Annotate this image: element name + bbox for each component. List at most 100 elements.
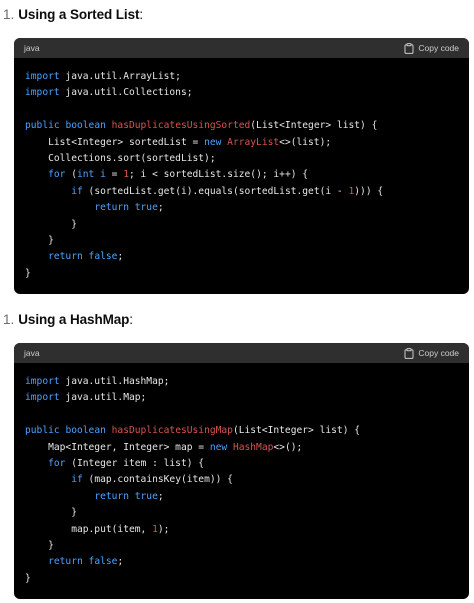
heading-colon: : <box>139 7 144 22</box>
code-token: return <box>48 556 83 568</box>
code-token: = <box>105 169 124 181</box>
code-language-label: java <box>24 43 40 53</box>
code-token: boolean <box>65 120 106 132</box>
code-block-header: java Copy code <box>14 343 469 363</box>
copy-code-label: Copy code <box>418 348 459 358</box>
code-line: return true; <box>25 489 469 505</box>
heading-colon: : <box>129 312 134 327</box>
code-token: (Integer item : list) { <box>65 457 205 469</box>
code-token: Map<Integer, Integer> map = <box>25 441 210 453</box>
code-line: Collections.sort(sortedList); <box>25 151 469 167</box>
code-token: ; <box>117 556 124 568</box>
code-token: new <box>209 441 228 453</box>
code-token: if <box>71 474 83 486</box>
code-token: ; <box>117 251 124 263</box>
code-token: java.util.HashMap; <box>59 376 170 387</box>
code-token: HashMap <box>232 441 274 453</box>
code-block-hashmap: java Copy code import java.util.HashMap;… <box>14 343 469 599</box>
code-token: true <box>134 490 158 502</box>
code-token: java.util.ArrayList; <box>59 71 181 82</box>
code-line: Map<Integer, Integer> map = new HashMap<… <box>25 440 469 456</box>
code-token: true <box>134 202 158 214</box>
code-line: import java.util.ArrayList; <box>25 69 469 85</box>
code-token: hasDuplicatesUsingSorted <box>111 120 251 132</box>
code-line: public boolean hasDuplicatesUsingMap(Lis… <box>25 423 469 439</box>
code-token: if <box>71 185 83 197</box>
code-token: hasDuplicatesUsingMap <box>111 425 233 437</box>
code-line: } <box>25 217 469 233</box>
code-token: <>(list); <box>279 136 332 148</box>
code-token: import <box>25 71 60 82</box>
code-token: } <box>25 234 54 246</box>
code-line: } <box>25 233 469 249</box>
code-block-header: java Copy code <box>14 38 469 58</box>
code-line: map.put(item, 1); <box>25 522 469 538</box>
heading-sorted-list: 1. Using a Sorted List: <box>3 5 143 25</box>
code-token: ; <box>157 490 164 502</box>
code-token: ); <box>157 523 170 535</box>
code-line: for (Integer item : list) { <box>25 456 469 472</box>
code-token: int <box>77 169 95 181</box>
code-language-label: java <box>24 348 40 358</box>
code-line: public boolean hasDuplicatesUsingSorted(… <box>25 118 469 134</box>
code-line: } <box>25 538 469 554</box>
code-line: if (map.containsKey(item)) { <box>25 472 469 488</box>
code-line: List<Integer> sortedList = new ArrayList… <box>25 135 469 151</box>
code-token: (sortedList.get(i).equals(sortedList.get… <box>82 185 349 197</box>
code-line: } <box>25 505 469 521</box>
code-token: ))) { <box>354 185 384 197</box>
code-line: } <box>25 571 469 587</box>
code-token: import <box>25 376 60 387</box>
code-line: if (sortedList.get(i).equals(sortedList.… <box>25 184 469 200</box>
code-line: return false; <box>25 554 469 570</box>
code-token: ( <box>65 169 77 181</box>
code-block-sorted-list: java Copy code import java.util.ArrayLis… <box>14 38 469 294</box>
code-token: ; <box>157 202 164 214</box>
code-token: } <box>25 507 77 519</box>
code-token: public <box>25 425 60 437</box>
code-line: import java.util.HashMap; <box>25 374 469 390</box>
code-line: return false; <box>25 249 469 265</box>
code-token: (map.containsKey(item)) { <box>82 474 233 486</box>
code-token: for <box>48 169 66 181</box>
list-number: 1. <box>3 312 15 327</box>
copy-code-label: Copy code <box>418 43 459 53</box>
code-token: ArrayList <box>227 136 280 148</box>
clipboard-icon <box>404 42 414 54</box>
code-token: new <box>204 136 222 148</box>
code-token: Collections.sort(sortedList); <box>25 152 216 164</box>
code-token: false <box>88 251 118 263</box>
code-token: } <box>25 572 31 584</box>
code-line: import java.util.Collections; <box>25 85 469 101</box>
code-token: map.put(item, <box>25 523 153 535</box>
code-token: java.util.Map; <box>59 392 147 404</box>
code-token: boolean <box>65 425 106 437</box>
code-token: (List<Integer> list) { <box>232 425 361 437</box>
code-token: List<Integer> sortedList = <box>25 136 205 148</box>
heading-title: Using a Sorted List <box>18 7 140 22</box>
copy-code-button[interactable]: Copy code <box>404 347 459 359</box>
code-token: for <box>48 457 66 469</box>
code-token: java.util.Collections; <box>59 87 193 99</box>
code-token: public <box>25 120 60 132</box>
copy-code-button[interactable]: Copy code <box>404 42 459 54</box>
code-line: } <box>25 266 469 282</box>
code-content: import java.util.ArrayList; import java.u… <box>14 58 469 282</box>
code-token: import <box>25 392 60 404</box>
code-token: (List<Integer> list) { <box>250 120 378 132</box>
code-line: import java.util.Map; <box>25 390 469 406</box>
code-token: } <box>25 539 54 551</box>
code-content: import java.util.HashMap; import java.uti… <box>14 363 469 587</box>
clipboard-icon <box>404 347 414 359</box>
code-token: } <box>25 267 31 279</box>
